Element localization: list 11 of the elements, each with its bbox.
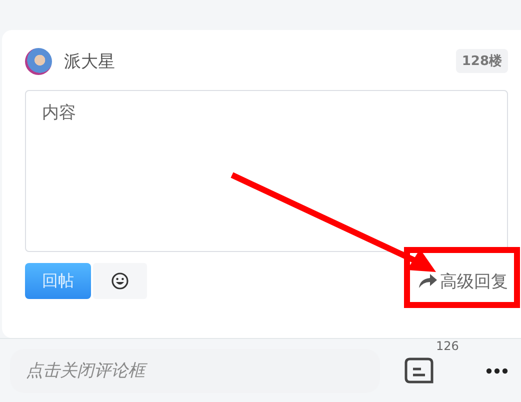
comment-count: 126 <box>436 339 459 353</box>
username: 派大星 <box>64 50 115 72</box>
more-icon[interactable] <box>486 368 508 374</box>
share-arrow-icon <box>418 273 438 289</box>
floor-badge: 128楼 <box>456 49 508 73</box>
advanced-reply-link[interactable]: 高级回复 <box>418 270 508 292</box>
emoji-button[interactable] <box>93 263 147 299</box>
smiley-icon <box>111 272 129 290</box>
reply-field[interactable]: 内容 <box>25 90 508 252</box>
avatar <box>25 48 52 74</box>
comment-icon[interactable] <box>404 357 434 385</box>
